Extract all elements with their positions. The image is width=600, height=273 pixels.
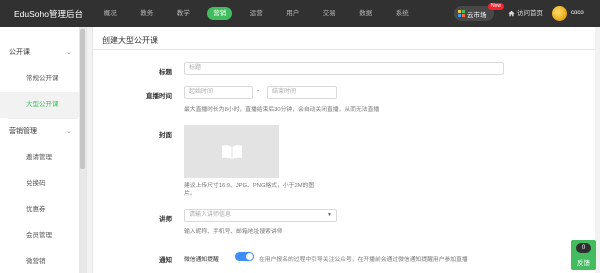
feedback-label: 反馈 — [577, 260, 590, 267]
cover-help-line1: 建议上传尺寸16:9、JPG、PNG格式，小于2M的图 — [184, 183, 315, 189]
sidebar: 公开课 ⌄ 常规公开课 大型公开课 营销管理 ⌄ 邀请管理 兑换码 优惠券 会员… — [0, 27, 87, 273]
nav-teaching[interactable]: 教学 — [165, 0, 202, 27]
cover-upload[interactable] — [184, 125, 279, 178]
sidebar-group-marketing[interactable]: 营销管理 ⌄ — [0, 119, 86, 145]
nav-marketing[interactable]: 营销 — [202, 0, 239, 27]
nav-users[interactable]: 用户 — [275, 0, 312, 27]
sidebar-item-membership[interactable]: 会员管理 — [0, 223, 86, 249]
teacher-help: 输入昵称、手机号、邮箱地址搜索讲师 — [184, 229, 283, 235]
sidebar-item-coupon[interactable]: 优惠券 — [0, 197, 86, 223]
teacher-select[interactable]: 请输入讲师信息 ▼ — [184, 209, 337, 222]
wechat-notify-description: 在用户报名的过程中引导关注公众号，在开播前会通过微信通知提醒用户参加直播 — [259, 257, 468, 263]
feedback-button[interactable]: 0 反馈 — [571, 240, 596, 270]
cover-help-line2: 片。 — [184, 191, 196, 197]
sidebar-group-open-course[interactable]: 公开课 ⌄ — [0, 40, 86, 66]
live-time-help: 最大直播时长为8小时，直播结束后30分钟，会自动关闭直播，从而无法直播 — [184, 107, 380, 113]
scrollbar-thumb[interactable] — [80, 29, 85, 169]
sidebar-item-invite[interactable]: 邀请管理 — [0, 145, 86, 171]
cloud-market-label: 云市场 — [467, 11, 487, 19]
sidebar-scrollbar[interactable] — [79, 27, 86, 273]
sidebar-item-micro-marketing[interactable]: 微营销 — [0, 249, 86, 273]
title-divider — [93, 49, 596, 50]
top-navbar: EduSoho管理后台 概况 教务 教学 营销 运营 用户 交易 数据 系统 云… — [0, 0, 600, 27]
username[interactable]: coco — [571, 0, 584, 27]
nav-system[interactable]: 系统 — [384, 0, 421, 27]
wechat-notify-toggle[interactable] — [235, 252, 254, 261]
nav-overview[interactable]: 概况 — [92, 0, 129, 27]
sidebar-item-regular-open-course[interactable]: 常规公开课 — [0, 66, 86, 92]
sidebar-item-large-open-course[interactable]: 大型公开课 — [0, 92, 86, 118]
nav-academic[interactable]: 教务 — [129, 0, 166, 27]
title-input[interactable]: 标题 — [184, 62, 504, 75]
home-icon — [508, 10, 515, 17]
wechat-notify-option: 微信通知提醒 — [184, 257, 219, 263]
brand-title[interactable]: EduSoho管理后台 — [0, 8, 92, 20]
cover-label: 封面 — [159, 132, 172, 139]
new-badge: New — [488, 3, 505, 10]
notify-label: 通知 — [159, 257, 172, 264]
teacher-select-placeholder: 请输入讲师信息 — [189, 212, 232, 218]
time-separator: - — [257, 88, 260, 95]
chevron-down-icon: ⌄ — [66, 128, 72, 135]
nav-trade[interactable]: 交易 — [311, 0, 348, 27]
feedback-count: 0 — [576, 243, 591, 253]
end-time-input[interactable]: 结束时间 — [267, 86, 337, 99]
nav-data[interactable]: 数据 — [348, 0, 385, 27]
visit-home-link[interactable]: 访问首页 — [508, 0, 543, 27]
title-label: 标题 — [159, 69, 172, 76]
avatar[interactable] — [552, 6, 567, 21]
nav-operations[interactable]: 运营 — [238, 0, 275, 27]
book-icon — [221, 144, 242, 159]
toggle-knob — [246, 253, 253, 260]
start-time-input[interactable]: 起始时间 — [184, 86, 253, 99]
app-grid-icon — [458, 10, 465, 17]
teacher-label: 讲师 — [159, 216, 172, 223]
sidebar-item-redeem-code[interactable]: 兑换码 — [0, 171, 86, 197]
live-time-label: 直播时间 — [146, 93, 172, 100]
chevron-down-icon: ⌄ — [66, 49, 72, 56]
page-title: 创建大型公开课 — [102, 36, 158, 45]
caret-down-icon: ▼ — [327, 212, 332, 218]
visit-home-label: 访问首页 — [517, 10, 543, 17]
main-nav: 概况 教务 教学 营销 运营 用户 交易 数据 系统 — [92, 0, 421, 27]
